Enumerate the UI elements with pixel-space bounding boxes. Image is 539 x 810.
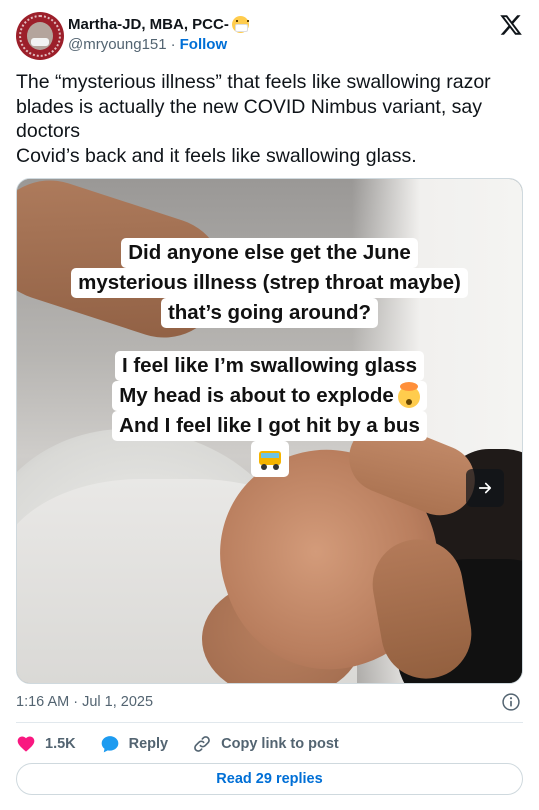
tweet-card: Martha-JD, MBA, PCC- @mryoung151 · Follo… [0, 0, 539, 810]
action-bar: 1.5K Reply Copy link to post [16, 733, 339, 755]
reply-label: Reply [128, 736, 169, 752]
tweet-timestamp[interactable]: 1:16 AM · Jul 1, 2025 [16, 694, 153, 710]
link-icon [194, 736, 211, 752]
tweet-text: The “mysterious illness” that feels like… [16, 70, 521, 168]
x-logo-icon[interactable] [499, 13, 523, 37]
bus-icon [258, 450, 282, 470]
like-count: 1.5K [45, 736, 76, 752]
author-name-row[interactable]: Martha-JD, MBA, PCC- [68, 14, 249, 34]
author-handle-row: @mryoung151 · Follow [68, 35, 227, 53]
heart-icon [17, 736, 35, 752]
copy-link-label: Copy link to post [221, 736, 339, 752]
author-handle[interactable]: @mryoung151 [68, 36, 167, 53]
reply-bubble-icon [101, 736, 118, 753]
author-avatar[interactable] [16, 12, 64, 60]
caption-line-text: My head is about to explode [119, 384, 394, 407]
arrow-right-icon [478, 482, 492, 494]
copy-link-button[interactable]: Copy link to post [192, 734, 339, 754]
separator-dot: · [170, 35, 176, 53]
next-image-button[interactable] [466, 469, 504, 507]
author-display-name[interactable]: Martha-JD, MBA, PCC- [68, 16, 229, 33]
caption-bus-line [250, 441, 289, 477]
tweet-text-line: The “mysterious illness” that feels like… [16, 71, 491, 142]
reply-button[interactable]: Reply [100, 734, 169, 754]
tweet-text-line: Covid’s back and it feels like swallowin… [16, 144, 417, 167]
divider [16, 722, 523, 723]
caption-line: mysterious illness (strep throat maybe) [71, 268, 468, 298]
caption-line: I feel like I’m swallowing glass [114, 351, 425, 381]
like-button[interactable]: 1.5K [16, 734, 76, 754]
caption-line: that’s going around? [160, 298, 379, 328]
read-replies-button[interactable]: Read 29 replies [16, 763, 523, 795]
caption-line: Did anyone else get the June [121, 238, 418, 268]
face-with-medical-mask-icon [231, 15, 249, 33]
caption-question: Did anyone else get the June mysterious … [17, 238, 522, 328]
exploding-head-icon [397, 381, 420, 408]
tweet-media-image[interactable]: Did anyone else get the June mysterious … [16, 178, 523, 684]
caption-line: And I feel like I got hit by a bus [112, 411, 427, 441]
caption-symptoms: I feel like I’m swallowing glass My head… [17, 351, 522, 477]
caption-line-with-emoji: My head is about to explode [112, 381, 427, 411]
follow-button[interactable]: Follow [180, 36, 228, 53]
info-icon[interactable] [501, 692, 521, 712]
